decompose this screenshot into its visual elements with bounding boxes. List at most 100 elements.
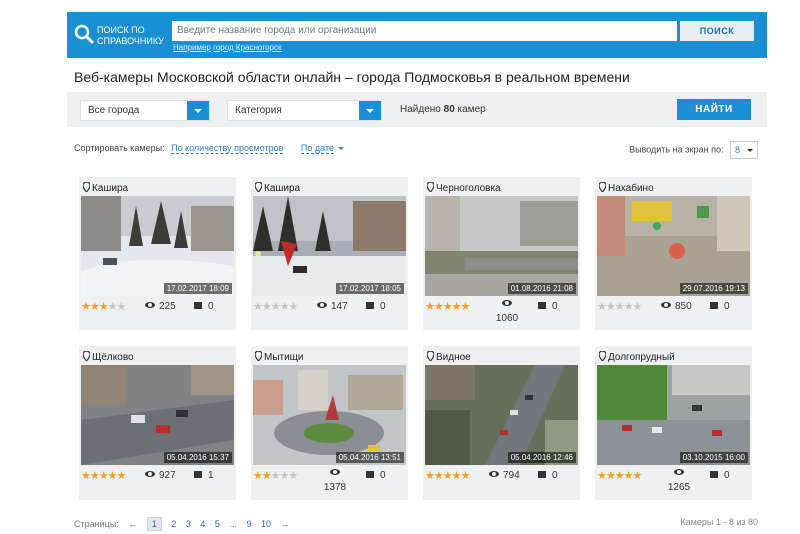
star-empty-icon[interactable]: ★ [117, 301, 127, 313]
rating-stars[interactable]: ★★★★★ [597, 300, 643, 313]
star-empty-icon[interactable]: ★ [624, 301, 634, 313]
page-link-current[interactable]: 1 [146, 517, 162, 531]
star-filled-icon[interactable]: ★ [452, 301, 462, 313]
star-empty-icon[interactable]: ★ [289, 301, 299, 313]
rating-stars[interactable]: ★★★★★ [81, 469, 127, 482]
next-page-button[interactable]: → [281, 519, 290, 529]
comments-count[interactable]: 1 [194, 470, 214, 481]
category-select-value: Категория [235, 105, 282, 116]
camera-card[interactable]: Кашира 17.02.2017 18:05 ★★★★★ 147 0 [251, 177, 408, 330]
star-filled-icon[interactable]: ★ [81, 470, 91, 482]
camera-thumbnail[interactable]: 05.04.2016 15:37 [81, 365, 234, 465]
star-filled-icon[interactable]: ★ [461, 301, 471, 313]
chevron-down-icon[interactable] [187, 101, 209, 120]
comment-icon [538, 302, 546, 309]
star-filled-icon[interactable]: ★ [90, 470, 100, 482]
page-link[interactable]: 5 [215, 519, 220, 529]
camera-thumbnail[interactable]: 17.02.2017 18:09 [81, 196, 234, 296]
views-count: 225 [145, 301, 176, 312]
camera-thumbnail[interactable]: 05.04.2016 12:46 [425, 365, 578, 465]
search-input[interactable] [172, 21, 677, 41]
prev-page-button[interactable]: ← [128, 519, 137, 529]
camera-card[interactable]: Видное 05.04.2016 12:46 ★★★★★ 794 0 [423, 346, 580, 500]
camera-thumbnail[interactable]: 03.10.2015 16:00 [597, 365, 750, 465]
star-filled-icon[interactable]: ★ [262, 470, 272, 482]
star-filled-icon[interactable]: ★ [117, 470, 127, 482]
star-empty-icon[interactable]: ★ [271, 301, 281, 313]
comments-count[interactable]: 0 [538, 301, 558, 312]
location-pin-icon [427, 182, 434, 192]
page-link[interactable]: 9 [246, 519, 251, 529]
star-filled-icon[interactable]: ★ [434, 470, 444, 482]
star-empty-icon[interactable]: ★ [597, 301, 607, 313]
camera-card[interactable]: Черноголовка 01.08.2016 21:08 ★★★★★ 1060… [423, 177, 580, 330]
star-filled-icon[interactable]: ★ [452, 470, 462, 482]
per-page-select[interactable]: 8 [730, 141, 758, 159]
camera-card[interactable]: Мытищи 05.04.2016 13:51 ★★★★★ 1378 0 [251, 346, 408, 500]
eye-icon [330, 469, 340, 475]
city-select[interactable]: Все города [80, 100, 210, 121]
star-filled-icon[interactable]: ★ [108, 470, 118, 482]
camera-thumbnail[interactable]: 29.07.2016 19:13 [597, 196, 750, 296]
page-link[interactable]: 3 [186, 519, 191, 529]
rating-stars[interactable]: ★★★★★ [597, 469, 643, 482]
star-empty-icon[interactable]: ★ [633, 301, 643, 313]
star-filled-icon[interactable]: ★ [99, 301, 109, 313]
sort-by-views-link[interactable]: По количеству просмотров [171, 143, 284, 154]
star-empty-icon[interactable]: ★ [280, 301, 290, 313]
comments-count[interactable]: 0 [194, 301, 214, 312]
eye-icon [502, 300, 512, 306]
star-empty-icon[interactable]: ★ [253, 301, 263, 313]
rating-stars[interactable]: ★★★★★ [425, 469, 471, 482]
rating-stars[interactable]: ★★★★★ [253, 300, 299, 313]
star-filled-icon[interactable]: ★ [615, 470, 625, 482]
star-filled-icon[interactable]: ★ [443, 470, 453, 482]
star-filled-icon[interactable]: ★ [81, 301, 91, 313]
camera-card[interactable]: Кашира 17.02.2017 18:09 ★★★★★ 225 0 [79, 177, 236, 330]
star-empty-icon[interactable]: ★ [606, 301, 616, 313]
star-empty-icon[interactable]: ★ [108, 301, 118, 313]
page-link[interactable]: 4 [200, 519, 205, 529]
comments-count[interactable]: 0 [710, 301, 730, 312]
star-filled-icon[interactable]: ★ [434, 301, 444, 313]
page-link[interactable]: 2 [171, 519, 176, 529]
rating-stars[interactable]: ★★★★★ [253, 469, 299, 482]
star-filled-icon[interactable]: ★ [443, 301, 453, 313]
comments-count[interactable]: 0 [366, 301, 386, 312]
city-select-value: Все города [88, 105, 140, 116]
star-empty-icon[interactable]: ★ [271, 470, 281, 482]
comments-count[interactable]: 0 [366, 470, 386, 481]
star-filled-icon[interactable]: ★ [425, 470, 435, 482]
rating-stars[interactable]: ★★★★★ [425, 300, 471, 313]
star-filled-icon[interactable]: ★ [99, 470, 109, 482]
star-filled-icon[interactable]: ★ [90, 301, 100, 313]
pagination-label: Страницы: [74, 519, 119, 529]
camera-thumbnail[interactable]: 01.08.2016 21:08 [425, 196, 578, 296]
star-empty-icon[interactable]: ★ [615, 301, 625, 313]
find-button[interactable]: НАЙТИ [677, 99, 751, 120]
star-empty-icon[interactable]: ★ [262, 301, 272, 313]
star-filled-icon[interactable]: ★ [633, 470, 643, 482]
star-filled-icon[interactable]: ★ [253, 470, 263, 482]
star-filled-icon[interactable]: ★ [597, 470, 607, 482]
star-filled-icon[interactable]: ★ [624, 470, 634, 482]
camera-card[interactable]: Долгопрудный 03.10.2015 16:00 ★★★★★ 1265… [595, 346, 752, 500]
chevron-down-icon[interactable] [359, 101, 381, 120]
star-filled-icon[interactable]: ★ [606, 470, 616, 482]
search-button[interactable]: ПОИСК [680, 21, 754, 41]
star-empty-icon[interactable]: ★ [289, 470, 299, 482]
star-filled-icon[interactable]: ★ [425, 301, 435, 313]
star-empty-icon[interactable]: ★ [280, 470, 290, 482]
category-select[interactable]: Категория [227, 100, 382, 121]
camera-thumbnail[interactable]: 05.04.2016 13:51 [253, 365, 406, 465]
camera-card[interactable]: Щёлково 05.04.2016 15:37 ★★★★★ 927 1 [79, 346, 236, 500]
comments-count[interactable]: 0 [710, 470, 730, 481]
camera-thumbnail[interactable]: 17.02.2017 18:05 [253, 196, 406, 296]
camera-card[interactable]: Нахабино 29.07.2016 19:13 ★★★★★ 850 0 [595, 177, 752, 330]
page-link[interactable]: 10 [261, 519, 271, 529]
star-filled-icon[interactable]: ★ [461, 470, 471, 482]
comments-count[interactable]: 0 [538, 470, 558, 481]
search-hint-example[interactable]: город Красногорск [213, 43, 281, 52]
rating-stars[interactable]: ★★★★★ [81, 300, 127, 313]
sort-by-date-link[interactable]: По дате [300, 143, 334, 154]
